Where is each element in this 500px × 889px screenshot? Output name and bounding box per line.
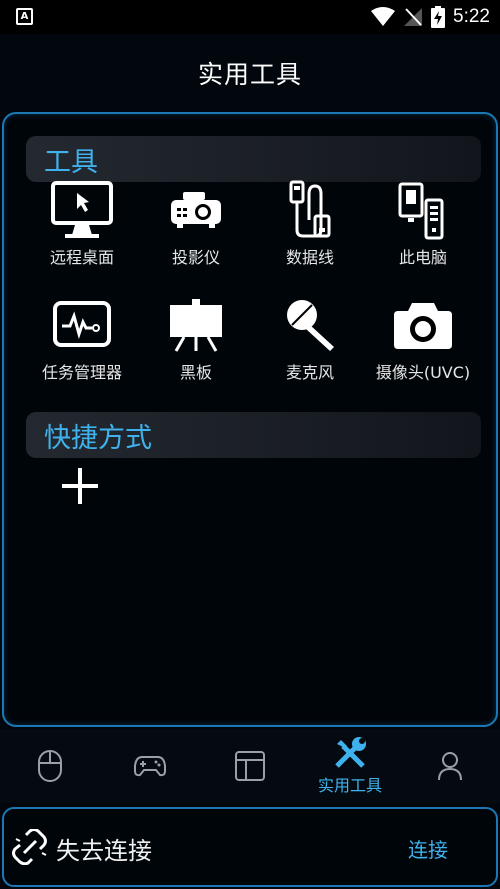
tools-section-header: 工具 [26, 136, 481, 182]
add-shortcut-button[interactable] [60, 466, 100, 506]
tool-label: 任务管理器 [41, 363, 122, 382]
tool-task-manager[interactable]: 任务管理器 [24, 294, 140, 394]
computer-icon [388, 179, 458, 241]
tool-label: 远程桌面 [49, 248, 114, 267]
nav-gamepad[interactable] [100, 729, 200, 803]
tools-section-title: 工具 [44, 147, 98, 178]
page-title: 实用工具 [197, 60, 302, 89]
usb-cable-icon [275, 179, 345, 241]
nav-tools[interactable]: 实用工具 [300, 729, 400, 803]
tool-label: 黑板 [179, 363, 212, 382]
tool-usb-cable[interactable]: 数据线 [252, 179, 368, 279]
broken-link-icon [12, 829, 47, 865]
shortcuts-section-title: 快捷方式 [44, 423, 152, 454]
bottom-nav: 实用工具 [0, 729, 500, 803]
nav-layout[interactable] [200, 729, 300, 803]
plus-icon [62, 468, 98, 504]
tool-blackboard[interactable]: 黑板 [138, 294, 254, 394]
tool-label: 数据线 [285, 248, 334, 267]
shortcuts-section-header: 快捷方式 [26, 412, 481, 458]
tool-label: 投影仪 [171, 248, 220, 267]
layout-icon [235, 751, 265, 781]
nav-mouse[interactable] [0, 729, 100, 803]
tool-microphone[interactable]: 麦克风 [252, 294, 368, 394]
projector-icon [161, 179, 231, 241]
tool-projector[interactable]: 投影仪 [138, 179, 254, 279]
battery-charging-icon [431, 6, 446, 28]
monitor-icon [47, 179, 117, 241]
status-bar: A 5:22 [0, 0, 500, 34]
signal-icon [404, 8, 423, 26]
tools-panel: 工具 远程桌面 投影仪 数据线 此电脑 任务管理器 黑板 麦克风 摄像头(UVC… [2, 112, 498, 727]
microphone-icon [275, 294, 345, 356]
connection-bar: 失去连接 连接 [2, 807, 498, 887]
gamepad-icon [134, 756, 166, 777]
tool-remote-desktop[interactable]: 远程桌面 [24, 179, 140, 279]
wifi-icon [371, 7, 396, 26]
tools-icon [335, 737, 366, 768]
connection-status: 失去连接 [56, 837, 152, 865]
tool-label: 麦克风 [285, 363, 334, 382]
a-notification-icon: A [16, 8, 33, 25]
camera-icon [388, 294, 458, 356]
nav-tools-label: 实用工具 [317, 776, 382, 795]
user-icon [438, 752, 462, 781]
blackboard-icon [161, 294, 231, 356]
status-time: 5:22 [453, 6, 490, 27]
tool-this-pc[interactable]: 此电脑 [365, 179, 481, 279]
tool-camera-uvc[interactable]: 摄像头(UVC) [365, 294, 481, 394]
nav-profile[interactable] [400, 729, 500, 803]
mouse-icon [38, 750, 62, 782]
tool-label: 此电脑 [398, 248, 447, 267]
tool-label: 摄像头(UVC) [375, 363, 471, 382]
connect-button[interactable]: 连接 [408, 834, 448, 863]
status-icons: 5:22 [371, 4, 490, 30]
task-manager-icon [47, 294, 117, 356]
app-bar: 实用工具 [0, 34, 500, 112]
